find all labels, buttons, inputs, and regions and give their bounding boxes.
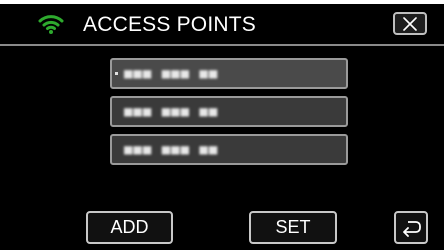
access-points-screen: ACCESS POINTS ■■■ ■■■ ■■ ■■■ ■■■ ■■ ■■■ … [0, 0, 444, 250]
access-point-item-1[interactable]: ■■■ ■■■ ■■ [110, 58, 348, 89]
close-icon [403, 17, 417, 31]
close-button[interactable] [393, 12, 427, 35]
access-point-name: ■■■ ■■■ ■■ [124, 66, 219, 82]
access-point-item-3[interactable]: ■■■ ■■■ ■■ [110, 134, 348, 165]
selection-marker [115, 72, 118, 75]
back-button[interactable] [394, 211, 428, 244]
back-icon [403, 221, 421, 237]
page-title: ACCESS POINTS [83, 13, 256, 36]
header-bar: ACCESS POINTS [0, 4, 444, 44]
wifi-icon [38, 13, 64, 35]
access-point-item-2[interactable]: ■■■ ■■■ ■■ [110, 96, 348, 127]
set-button[interactable]: SET [249, 211, 337, 244]
header-divider [0, 44, 444, 46]
access-point-name: ■■■ ■■■ ■■ [124, 104, 219, 120]
access-point-name: ■■■ ■■■ ■■ [124, 142, 219, 158]
add-button[interactable]: ADD [86, 211, 173, 244]
